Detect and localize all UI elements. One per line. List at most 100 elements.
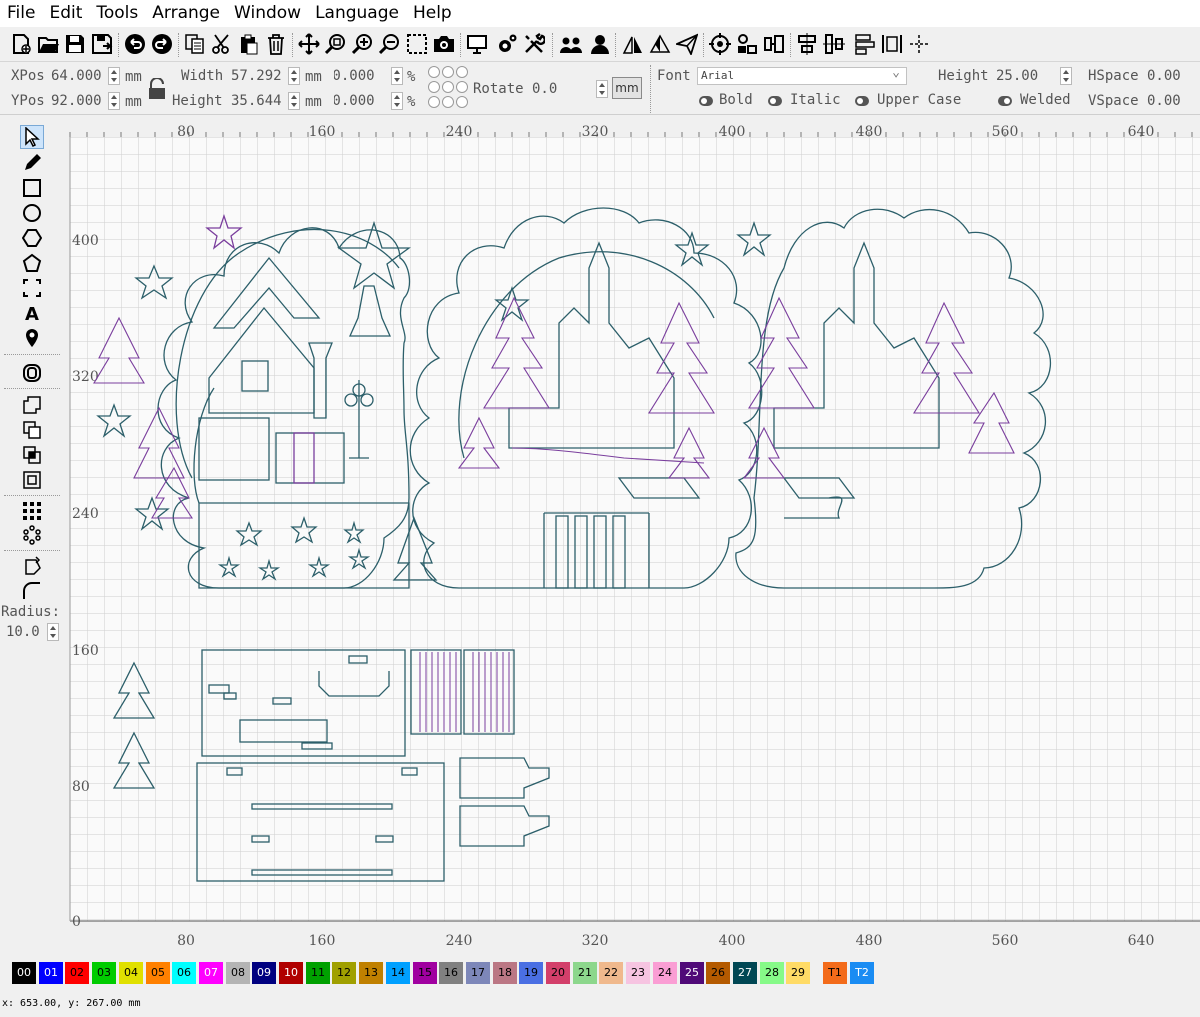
scale-width-field[interactable]: 00.000 <box>334 68 375 84</box>
color-swatch-01[interactable]: 01 <box>39 962 63 984</box>
send-icon[interactable] <box>674 31 700 57</box>
align-icon[interactable] <box>734 31 760 57</box>
height-spinner[interactable] <box>288 92 300 110</box>
pencil-icon[interactable] <box>20 151 44 175</box>
rotate-icon[interactable] <box>20 554 44 578</box>
radius-spinner[interactable] <box>47 623 59 641</box>
rotate-field[interactable]: 0.0 <box>532 81 557 97</box>
mirror-v-icon[interactable] <box>647 31 673 57</box>
scale-height-field[interactable]: 00.000 <box>334 93 375 109</box>
color-swatch-16[interactable]: 16 <box>439 962 463 984</box>
ypos-spinner[interactable] <box>108 92 120 110</box>
corner-radius-icon[interactable] <box>20 579 44 603</box>
text-icon[interactable]: A <box>20 301 44 325</box>
mirror-h-icon[interactable] <box>620 31 646 57</box>
ypos-field[interactable]: 92.000 <box>51 93 102 109</box>
user-icon[interactable] <box>587 31 613 57</box>
color-swatch-12[interactable]: 12 <box>332 962 356 984</box>
distribute-h-icon[interactable] <box>879 31 905 57</box>
tools-icon[interactable] <box>521 31 547 57</box>
save-as-icon[interactable] <box>89 31 115 57</box>
color-swatch-09[interactable]: 09 <box>252 962 276 984</box>
xpos-spinner[interactable] <box>108 67 120 85</box>
menu-edit[interactable]: Edit <box>42 0 89 27</box>
font-select[interactable]: Arial <box>697 65 907 85</box>
color-swatch-04[interactable]: 04 <box>119 962 143 984</box>
text-height-spinner[interactable] <box>1060 67 1072 85</box>
text-height-field[interactable]: 25.00 <box>996 68 1038 84</box>
camera-icon[interactable] <box>431 31 457 57</box>
boolean-union-icon[interactable] <box>20 393 44 417</box>
color-swatch-20[interactable]: 20 <box>546 962 570 984</box>
color-swatch-28[interactable]: 28 <box>760 962 784 984</box>
zoom-fit-icon[interactable] <box>323 31 349 57</box>
undo-icon[interactable] <box>122 31 148 57</box>
open-icon[interactable] <box>35 31 61 57</box>
menu-arrange[interactable]: Arrange <box>145 0 227 27</box>
boolean-subtract-icon[interactable] <box>20 418 44 442</box>
italic-toggle[interactable] <box>768 96 782 106</box>
color-swatch-00[interactable]: 00 <box>12 962 36 984</box>
monitor-icon[interactable] <box>464 31 490 57</box>
align-middle-icon[interactable] <box>821 31 847 57</box>
vspace-field[interactable]: 0.00 <box>1147 93 1181 109</box>
color-swatch-21[interactable]: 21 <box>573 962 597 984</box>
circular-array-icon[interactable] <box>20 523 44 547</box>
color-swatch-15[interactable]: 15 <box>413 962 437 984</box>
pentagon-icon[interactable] <box>20 251 44 275</box>
color-swatch-13[interactable]: 13 <box>359 962 383 984</box>
color-swatch-t1[interactable]: T1 <box>823 962 847 984</box>
grid-array-icon[interactable] <box>20 499 44 523</box>
menu-tools[interactable]: Tools <box>89 0 145 27</box>
color-swatch-t2[interactable]: T2 <box>850 962 874 984</box>
move-icon[interactable] <box>296 31 322 57</box>
color-swatch-29[interactable]: 29 <box>786 962 810 984</box>
menu-file[interactable]: File <box>0 0 42 27</box>
anchor-grid[interactable] <box>428 66 470 110</box>
align-center-icon[interactable] <box>794 31 820 57</box>
rotate-spinner[interactable] <box>596 80 608 98</box>
radius-field[interactable]: 10.0 <box>6 624 40 640</box>
paste-icon[interactable] <box>236 31 262 57</box>
select-icon[interactable] <box>20 125 44 149</box>
lock-icon[interactable] <box>148 77 166 100</box>
select-frame-icon[interactable] <box>404 31 430 57</box>
color-swatch-02[interactable]: 02 <box>65 962 89 984</box>
frame-icon[interactable] <box>20 276 44 300</box>
settings-icon[interactable] <box>494 31 520 57</box>
save-icon[interactable] <box>62 31 88 57</box>
color-swatch-05[interactable]: 05 <box>146 962 170 984</box>
color-swatch-26[interactable]: 26 <box>706 962 730 984</box>
color-swatch-23[interactable]: 23 <box>626 962 650 984</box>
boolean-intersect-icon[interactable] <box>20 443 44 467</box>
unit-toggle-button[interactable]: mm <box>612 77 642 99</box>
xpos-field[interactable]: 64.000 <box>51 68 102 84</box>
width-field[interactable]: 57.292 <box>231 68 282 84</box>
zoom-out-icon[interactable] <box>377 31 403 57</box>
crosshair-grid-icon[interactable] <box>906 31 932 57</box>
bold-toggle[interactable] <box>699 96 713 106</box>
color-swatch-22[interactable]: 22 <box>599 962 623 984</box>
color-swatch-07[interactable]: 07 <box>199 962 223 984</box>
canvas-drawing[interactable]: 80 160 240 320 400 480 560 640 80 160 24… <box>64 118 1200 956</box>
redo-icon[interactable] <box>149 31 175 57</box>
menu-help[interactable]: Help <box>406 0 459 27</box>
color-swatch-10[interactable]: 10 <box>279 962 303 984</box>
color-swatch-24[interactable]: 24 <box>653 962 677 984</box>
copy-icon[interactable] <box>182 31 208 57</box>
distribute-icon[interactable] <box>761 31 787 57</box>
location-icon[interactable] <box>20 326 44 350</box>
scale-height-spinner[interactable] <box>391 92 403 110</box>
new-icon[interactable] <box>8 31 34 57</box>
color-swatch-27[interactable]: 27 <box>733 962 757 984</box>
target-icon[interactable] <box>707 31 733 57</box>
arrange-icon[interactable] <box>852 31 878 57</box>
color-swatch-08[interactable]: 08 <box>226 962 250 984</box>
width-spinner[interactable] <box>288 67 300 85</box>
group-icon[interactable] <box>558 31 584 57</box>
color-swatch-25[interactable]: 25 <box>680 962 704 984</box>
zoom-in-icon[interactable] <box>350 31 376 57</box>
cut-icon[interactable] <box>209 31 235 57</box>
color-swatch-19[interactable]: 19 <box>519 962 543 984</box>
offset-icon[interactable] <box>20 361 44 385</box>
